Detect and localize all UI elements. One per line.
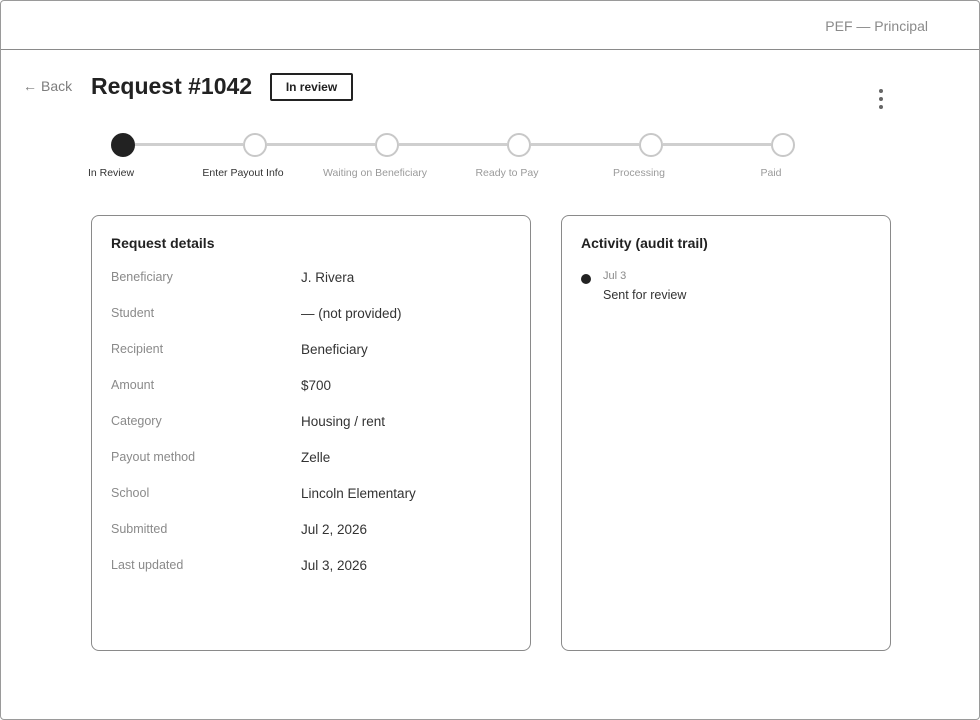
request-details-title: Request details [111, 235, 215, 251]
timeline-dot-icon [581, 274, 591, 284]
step-dot-paid [771, 133, 795, 157]
detail-row-submitted: Submitted Jul 2, 2026 [111, 522, 511, 542]
detail-label: Beneficiary [111, 270, 173, 284]
detail-value: Jul 2, 2026 [301, 522, 368, 537]
step-label-in-review: In Review [87, 167, 135, 179]
step-dot-enter-payout-info [243, 133, 267, 157]
detail-label: Category [111, 414, 162, 428]
detail-label: Student [111, 306, 155, 320]
step-dot-processing [639, 133, 663, 157]
step-dot-ready-to-pay [507, 133, 531, 157]
step-label-ready-to-pay: Ready to Pay [475, 167, 539, 179]
step-label-waiting-on-beneficiary: Waiting on Beneficiary [322, 167, 428, 179]
detail-label: Submitted [111, 522, 168, 536]
detail-label: Amount [111, 378, 155, 392]
activity-card: Activity (audit trail) Jul 3 Sent for re… [561, 215, 891, 651]
step-label-paid: Paid [760, 167, 782, 179]
detail-label: Recipient [111, 342, 164, 356]
app-window: PEF — Principal ← Back Request #1042 In r… [0, 0, 980, 720]
progress-stepper: In Review Enter Payout Info Waiting on B… [1, 1, 980, 191]
step-label-processing: Processing [613, 167, 665, 179]
step-connector [267, 143, 375, 146]
request-details-card: Request details Beneficiary J. Rivera St… [91, 215, 531, 651]
step-dot-waiting-on-beneficiary [375, 133, 399, 157]
activity-date: Jul 3 [603, 270, 627, 282]
detail-row-beneficiary: Beneficiary J. Rivera [111, 270, 511, 290]
detail-value: $700 [301, 378, 332, 393]
step-dot-in-review [111, 133, 135, 157]
detail-row-amount: Amount $700 [111, 378, 511, 398]
detail-label: School [111, 486, 150, 500]
detail-row-last-updated: Last updated Jul 3, 2026 [111, 558, 511, 578]
detail-value: — (not provided) [301, 306, 402, 321]
detail-value: Beneficiary [301, 342, 368, 357]
activity-title: Activity (audit trail) [581, 235, 708, 251]
detail-value: Jul 3, 2026 [301, 558, 368, 573]
detail-label: Last updated [111, 558, 184, 572]
step-connector [399, 143, 507, 146]
step-label-enter-payout-info: Enter Payout Info [202, 167, 284, 179]
activity-text: Sent for review [603, 288, 687, 302]
detail-label: Payout method [111, 450, 196, 464]
detail-row-payout-method: Payout method Zelle [111, 450, 511, 470]
detail-row-recipient: Recipient Beneficiary [111, 342, 511, 362]
detail-value: J. Rivera [301, 270, 355, 285]
step-connector [531, 143, 639, 146]
step-connector [663, 143, 771, 146]
detail-row-category: Category Housing / rent [111, 414, 511, 434]
detail-row-school: School Lincoln Elementary [111, 486, 511, 506]
detail-value: Housing / rent [301, 414, 386, 429]
detail-row-student: Student — (not provided) [111, 306, 511, 326]
detail-value: Lincoln Elementary [301, 486, 416, 501]
detail-value: Zelle [301, 450, 331, 465]
step-connector [135, 143, 243, 146]
